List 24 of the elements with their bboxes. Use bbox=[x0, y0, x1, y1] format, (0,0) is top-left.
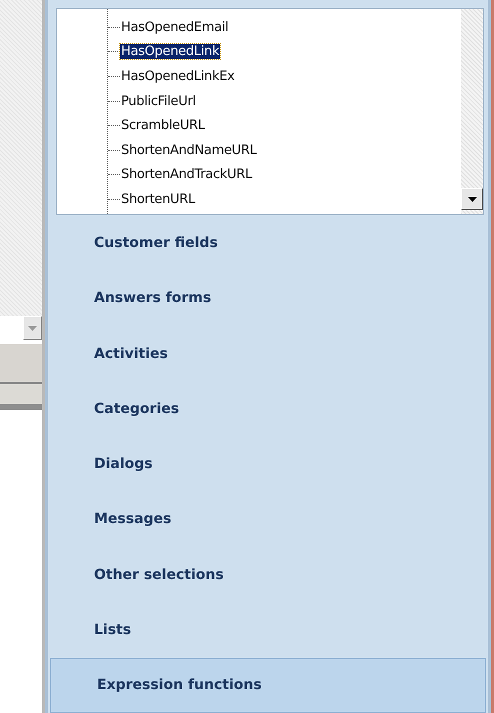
caret-icon bbox=[28, 326, 37, 330]
tree-node[interactable]: PublicFileUrl bbox=[120, 94, 197, 109]
caret-icon bbox=[468, 196, 476, 202]
toolbar-strip bbox=[0, 384, 42, 410]
button[interactable] bbox=[0, 342, 42, 384]
tree-node[interactable]: ShortenURL bbox=[120, 192, 196, 207]
nav-item[interactable]: Answers forms bbox=[48, 270, 488, 326]
tree-node[interactable]: ScrambleURL bbox=[120, 118, 206, 134]
tree-node[interactable]: ShortenAndTrackURL bbox=[120, 167, 253, 182]
nav-item[interactable]: Customer fields bbox=[48, 215, 488, 271]
nav-item[interactable]: Other selections bbox=[48, 547, 488, 602]
nav-item[interactable]: Messages bbox=[48, 492, 488, 548]
nav-item[interactable]: Activities bbox=[48, 326, 488, 382]
nav-item[interactable]: Expression functions bbox=[50, 658, 486, 713]
tree-node[interactable]: HasOpenedLinkEx bbox=[120, 68, 236, 84]
tree-node[interactable]: HasOpenedEmail bbox=[120, 20, 230, 35]
nav-item[interactable]: Lists bbox=[48, 602, 488, 658]
nav-item[interactable]: Dialogs bbox=[48, 436, 488, 492]
tree-node[interactable]: HasOpenedLink bbox=[120, 44, 220, 60]
dropdown-button[interactable] bbox=[23, 316, 42, 340]
nav-item[interactable]: Categories bbox=[48, 381, 488, 437]
tree-node[interactable]: ShortenAndNameURL bbox=[120, 142, 258, 158]
scrollbar[interactable] bbox=[461, 9, 483, 214]
scroll-down-button[interactable] bbox=[461, 188, 483, 210]
